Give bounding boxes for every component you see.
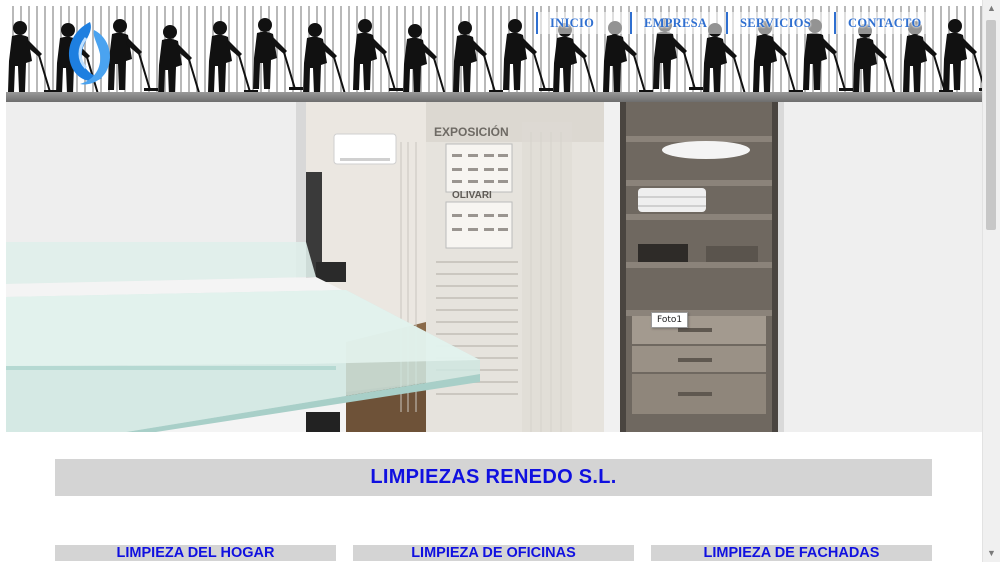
company-title: LIMPIEZAS RENEDO S.L. xyxy=(370,466,617,488)
banner-floor xyxy=(6,92,982,102)
scrollbar-thumb[interactable] xyxy=(986,20,996,230)
service-oficinas[interactable]: LIMPIEZA DE OFICINAS xyxy=(353,545,634,561)
wall-label-exposicion: EXPOSICIÓN xyxy=(434,124,509,139)
showroom-illustration: EXPOSICIÓN OLIVARI xyxy=(6,102,982,432)
hero-photo: EXPOSICIÓN OLIVARI xyxy=(6,102,982,432)
nav-item-contacto[interactable]: CONTACTO xyxy=(834,12,928,34)
header-banner: INICIO EMPRESA SERVICIOS CONTACTO xyxy=(6,6,982,102)
nav-item-inicio[interactable]: INICIO xyxy=(536,12,630,34)
service-hogar[interactable]: LIMPIEZA DEL HOGAR xyxy=(55,545,336,561)
vertical-scrollbar[interactable]: ▲ ▼ xyxy=(982,0,1000,562)
main-nav: INICIO EMPRESA SERVICIOS CONTACTO xyxy=(536,12,928,34)
scroll-up-arrow-icon[interactable]: ▲ xyxy=(983,0,1000,17)
service-fachadas[interactable]: LIMPIEZA DE FACHADAS xyxy=(651,545,932,561)
company-title-box: LIMPIEZAS RENEDO S.L. xyxy=(55,459,932,496)
nav-item-empresa[interactable]: EMPRESA xyxy=(630,12,726,34)
photo-tooltip: Foto1 xyxy=(651,312,689,328)
nav-item-servicios[interactable]: SERVICIOS xyxy=(726,12,834,34)
wall-label-olivari: OLIVARI xyxy=(452,190,492,201)
scroll-down-arrow-icon[interactable]: ▼ xyxy=(983,545,1000,562)
water-drop-logo[interactable] xyxy=(64,20,114,92)
